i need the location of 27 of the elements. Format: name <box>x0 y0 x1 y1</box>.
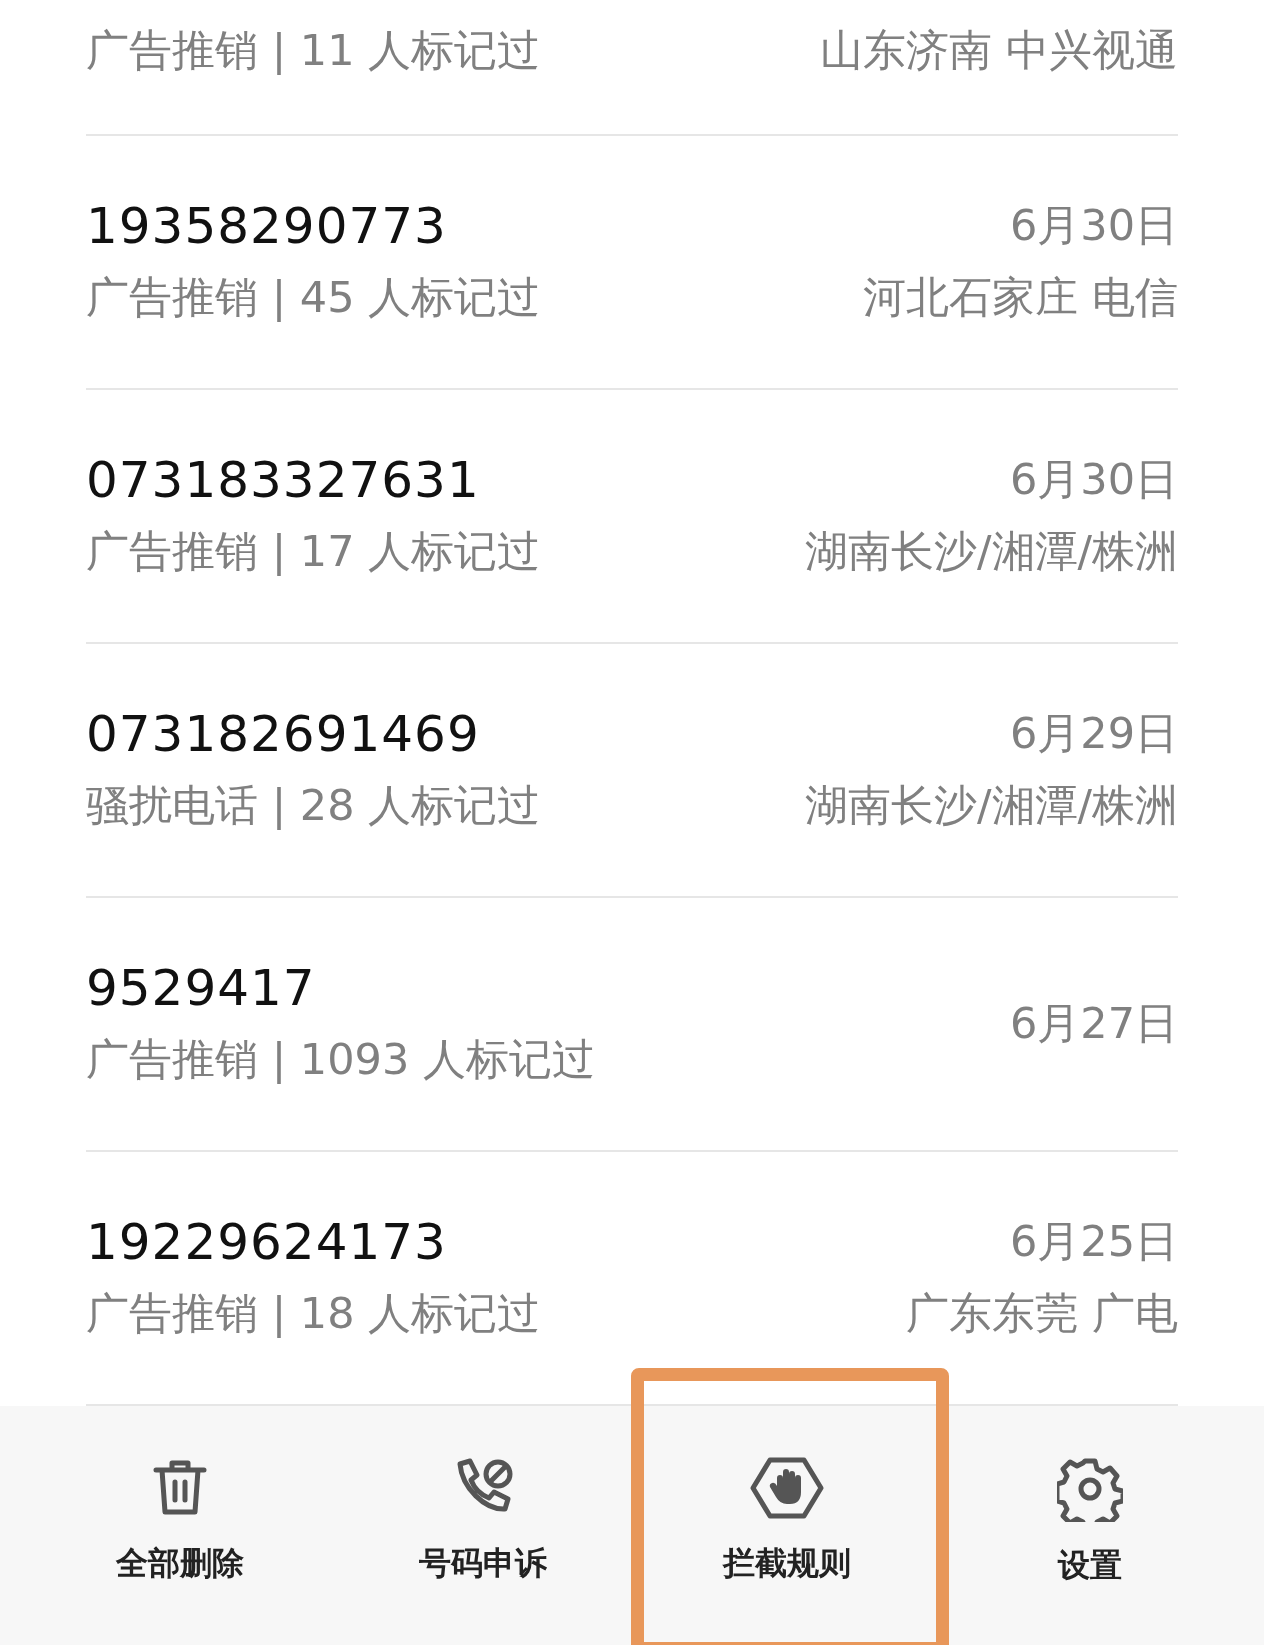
settings-button[interactable]: 设置 <box>1047 1406 1134 1645</box>
delete-all-button[interactable]: 全部删除 <box>105 1406 254 1645</box>
appeal-button[interactable]: 号码申诉 <box>409 1406 558 1645</box>
call-location: 河北石家庄 电信 <box>863 271 1178 324</box>
call-date: 6月27日 <box>1009 997 1178 1050</box>
phone-number: 073183327631 <box>86 451 481 509</box>
phone-number: 19229624173 <box>86 1213 448 1271</box>
call-location: 湖南长沙/湘潭/株洲 <box>805 525 1178 578</box>
call-date: 6月30日 <box>1009 199 1178 252</box>
phone-number: 073182691469 <box>86 705 481 763</box>
call-location: 湖南长沙/湘潭/株洲 <box>805 779 1178 832</box>
call-date: 6月30日 <box>1009 453 1178 506</box>
call-date: 6月25日 <box>1009 1215 1178 1268</box>
block-rules-button[interactable]: 拦截规则 <box>712 1406 861 1645</box>
call-detail: 广告推销 | 17 人标记过 <box>86 525 541 578</box>
phone-number: 9529417 <box>86 959 317 1017</box>
call-detail: 广告推销 | 11 人标记过 <box>86 24 541 77</box>
call-detail: 广告推销 | 45 人标记过 <box>86 271 541 324</box>
call-detail: 骚扰电话 | 28 人标记过 <box>86 779 541 832</box>
call-detail: 广告推销 | 1093 人标记过 <box>86 1033 595 1086</box>
call-date: 6月29日 <box>1009 707 1178 760</box>
call-location: 广东东莞 广电 <box>906 1287 1178 1340</box>
call-location: 山东济南 中兴视通 <box>820 24 1178 77</box>
phone-number: 19358290773 <box>86 197 448 255</box>
settings-icon <box>1057 1456 1124 1522</box>
stop-hand-icon <box>749 1456 824 1520</box>
call-detail: 广告推销 | 18 人标记过 <box>86 1287 541 1340</box>
